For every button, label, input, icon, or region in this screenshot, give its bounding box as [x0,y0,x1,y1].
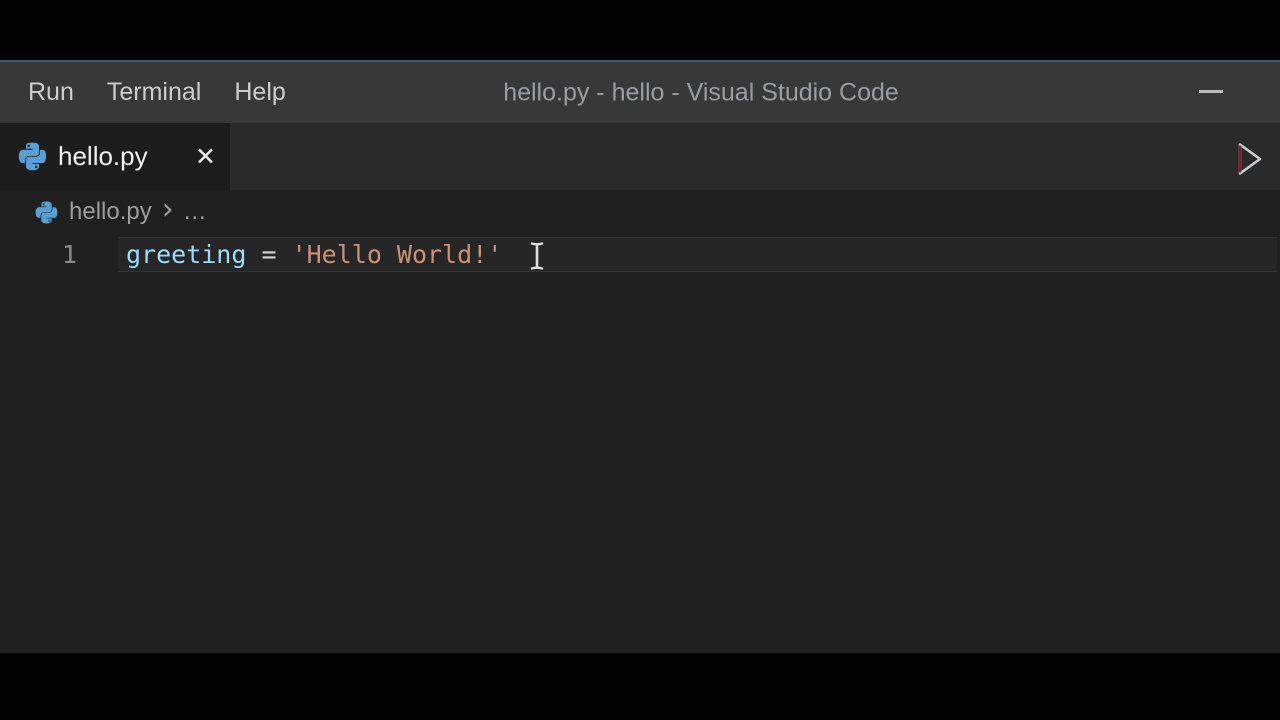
token-string: 'Hello World!' [292,240,503,269]
menu-item-terminal[interactable]: Terminal [107,78,201,107]
bottom-letterbox-bar [0,653,1280,720]
play-icon [1236,141,1264,177]
token-operator: = [246,240,291,269]
menu-bar: Run Terminal Help [28,62,286,123]
breadcrumb-item-file[interactable]: hello.py [69,198,152,226]
window-title: hello.py - hello - Visual Studio Code [503,78,899,107]
line-number: 1 [55,237,77,272]
menu-item-help[interactable]: Help [234,78,285,107]
python-icon [35,201,58,224]
breadcrumb: hello.py › … [35,199,208,225]
python-icon [18,142,47,171]
editor-pane[interactable]: hello.py › … 1 greeting = 'Hello World!' [0,190,1280,653]
code-line-1[interactable]: greeting = 'Hello World!' [126,237,502,272]
minimize-icon [1199,90,1223,93]
close-icon[interactable]: ✕ [195,144,216,169]
chevron-right-icon: › [162,195,174,225]
breadcrumb-item-symbol[interactable]: … [183,198,208,226]
token-variable: greeting [126,240,246,269]
tab-hello-py[interactable]: hello.py ✕ [0,123,230,190]
menu-item-run[interactable]: Run [28,78,74,107]
window-titlebar: Run Terminal Help hello.py - hello - Vis… [0,60,1280,123]
text-cursor-pointer [526,241,548,271]
run-file-button[interactable] [1236,141,1274,179]
editor-tab-bar: hello.py ✕ [0,123,1280,190]
vscode-window: Run Terminal Help hello.py - hello - Vis… [0,0,1280,720]
top-letterbox-bar [0,0,1280,60]
tab-label: hello.py [58,141,148,172]
minimize-button[interactable] [1189,74,1233,112]
